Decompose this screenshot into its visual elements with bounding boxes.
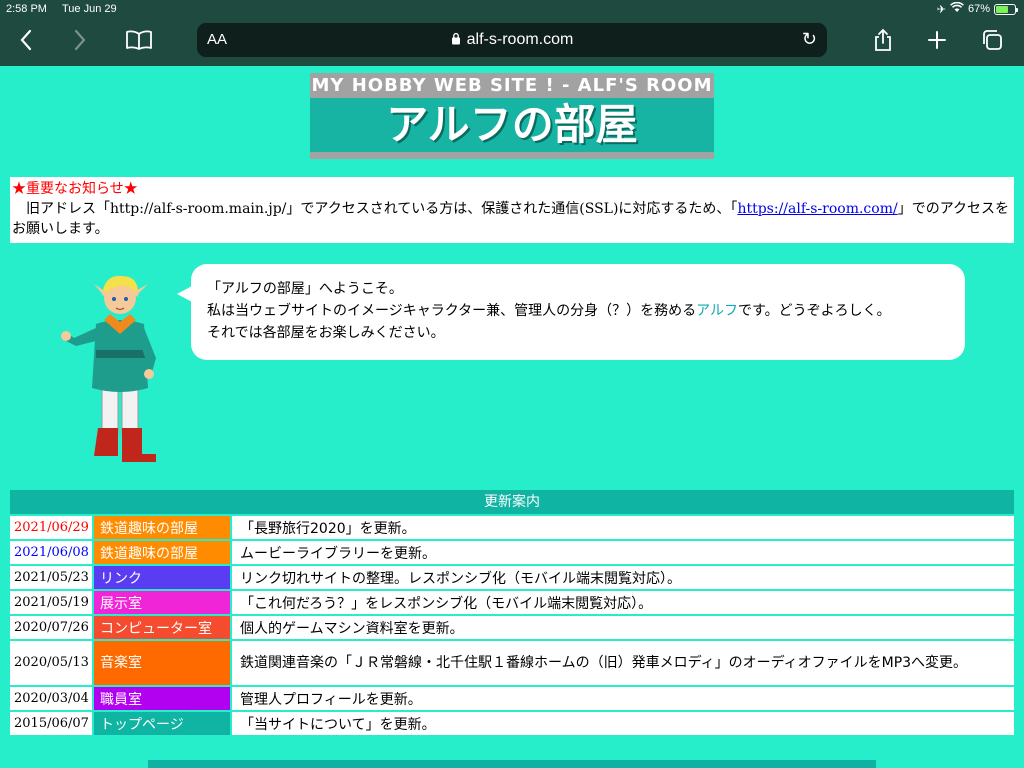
update-category-link[interactable]: コンピューター室: [94, 616, 232, 639]
update-category-link[interactable]: 職員室: [94, 687, 232, 710]
update-category-link[interactable]: 鉄道趣味の部屋: [94, 541, 232, 564]
updates-caption: 更新案内: [10, 490, 1014, 514]
notice-text: 旧アドレス「http://alf-s-room.main.jp/」でアクセスされ…: [12, 201, 738, 217]
update-category-link[interactable]: トップページ: [94, 712, 232, 735]
greeting-line-2-text: 私は当ウェブサイトのイメージキャラクター兼、管理人の分身（？）を務める: [207, 303, 697, 319]
update-category-link[interactable]: 展示室: [94, 591, 232, 614]
banner-bottom-stripe: [310, 152, 714, 159]
update-date: 2021/06/29: [10, 516, 94, 539]
update-row: 2020/05/13 音楽室 鉄道関連音楽の「ＪＲ常磐線・北千住駅１番線ホームの（旧…: [10, 641, 1014, 685]
update-row: 2021/05/23 リンク リンク切れサイトの整理。レスポンシブ化（モバイル端末閲…: [10, 566, 1014, 589]
reader-options-button[interactable]: AA: [207, 31, 227, 48]
update-date: 2021/05/23: [10, 566, 94, 589]
update-date: 2021/05/19: [10, 591, 94, 614]
new-tab-icon[interactable]: [924, 26, 950, 54]
browser-chrome: 2:58 PM Tue Jun 29 ✈ 67% AA alf-s-room.c…: [0, 0, 1024, 66]
status-time: 2:58 PM: [6, 3, 47, 15]
update-description: 「長野旅行2020」を更新。: [232, 516, 1014, 539]
bookmarks-icon[interactable]: [124, 26, 154, 54]
update-date: 2020/07/26: [10, 616, 94, 639]
greeting-line-2-end: です。どうぞよろしく。: [738, 303, 891, 319]
tabs-overview-icon[interactable]: [978, 26, 1006, 54]
lock-icon: [451, 32, 461, 48]
update-row: 2015/06/07 トップページ 「当サイトについて」を更新。: [10, 712, 1014, 735]
update-row: 2020/07/26 コンピューター室 個人的ゲームマシン資料室を更新。: [10, 616, 1014, 639]
banner-title: アルフの部屋: [386, 100, 638, 149]
greeting-line-2: 私は当ウェブサイトのイメージキャラクター兼、管理人の分身（？）を務めるアルフです…: [207, 300, 949, 322]
update-category-link[interactable]: 鉄道趣味の部屋: [94, 516, 232, 539]
update-date: 2020/05/13: [10, 641, 94, 685]
update-description: 鉄道関連音楽の「ＪＲ常磐線・北千住駅１番線ホームの（旧）発車メロディ」のオーディ…: [232, 641, 1014, 685]
update-date: 2021/06/08: [10, 541, 94, 564]
update-category-link[interactable]: リンク: [94, 566, 232, 589]
update-description: 管理人プロフィールを更新。: [232, 687, 1014, 710]
update-description: リンク切れサイトの整理。レスポンシブ化（モバイル端末閲覧対応）。: [232, 566, 1014, 589]
update-description: 個人的ゲームマシン資料室を更新。: [232, 616, 1014, 639]
site-banner[interactable]: MY HOBBY WEB SITE ! - ALF'S ROOM アルフの部屋: [310, 73, 714, 159]
notice-body: 旧アドレス「http://alf-s-room.main.jp/」でアクセスされ…: [12, 199, 1012, 239]
banner-subtitle: MY HOBBY WEB SITE ! - ALF'S ROOM: [310, 73, 714, 98]
url-text: alf-s-room.com: [466, 31, 574, 48]
update-category-link[interactable]: 音楽室: [94, 641, 232, 685]
address-bar[interactable]: AA alf-s-room.com ↻: [197, 23, 827, 57]
notice-heading: ★重要なお知らせ★: [12, 181, 138, 197]
status-bar: 2:58 PM Tue Jun 29 ✈ 67%: [0, 0, 1024, 20]
mascot-alf-image: [60, 268, 178, 466]
update-row: 2021/06/08 鉄道趣味の部屋 ムービーライブラリーを更新。: [10, 541, 1014, 564]
important-notice: ★重要なお知らせ★ 旧アドレス「http://alf-s-room.main.j…: [10, 177, 1014, 243]
update-row: 2021/05/19 展示室 「これ何だろう？」をレスポンシブ化（モバイル端末閲覧対…: [10, 591, 1014, 614]
wifi-icon: [950, 1, 964, 16]
notice-link[interactable]: https://alf-s-room.com/: [737, 201, 897, 217]
updates-table: 2021/06/29 鉄道趣味の部屋 「長野旅行2020」を更新。 2021/06/0…: [10, 514, 1014, 737]
greeting-line-1: 「アルフの部屋」へようこそ。: [207, 281, 403, 297]
back-button[interactable]: [14, 26, 38, 54]
status-right: ✈ 67%: [936, 1, 1018, 16]
battery-icon: [994, 3, 1018, 15]
updates-section: 更新案内 2021/06/29 鉄道趣味の部屋 「長野旅行2020」を更新。 2021…: [10, 490, 1014, 737]
update-description: 「当サイトについて」を更新。: [232, 712, 1014, 735]
status-date: Tue Jun 29: [62, 3, 117, 15]
alf-name: アルフ: [696, 303, 739, 319]
update-description: 「これ何だろう？」をレスポンシブ化（モバイル端末閲覧対応）。: [232, 591, 1014, 614]
battery-percent: 67%: [967, 3, 990, 15]
greeting-bubble: 「アルフの部屋」へようこそ。 私は当ウェブサイトのイメージキャラクター兼、管理人…: [177, 264, 965, 360]
footer-bar: [148, 760, 876, 768]
update-date: 2020/03/04: [10, 687, 94, 710]
share-icon[interactable]: [870, 26, 896, 54]
reload-icon[interactable]: ↻: [802, 29, 817, 50]
update-description: ムービーライブラリーを更新。: [232, 541, 1014, 564]
update-date: 2015/06/07: [10, 712, 94, 735]
airplane-icon: ✈: [936, 3, 946, 16]
update-row: 2021/06/29 鉄道趣味の部屋 「長野旅行2020」を更新。: [10, 516, 1014, 539]
greeting-line-3: それでは各部屋をお楽しみください。: [207, 325, 445, 341]
update-row: 2020/03/04 職員室 管理人プロフィールを更新。: [10, 687, 1014, 710]
forward-button[interactable]: [68, 26, 92, 54]
